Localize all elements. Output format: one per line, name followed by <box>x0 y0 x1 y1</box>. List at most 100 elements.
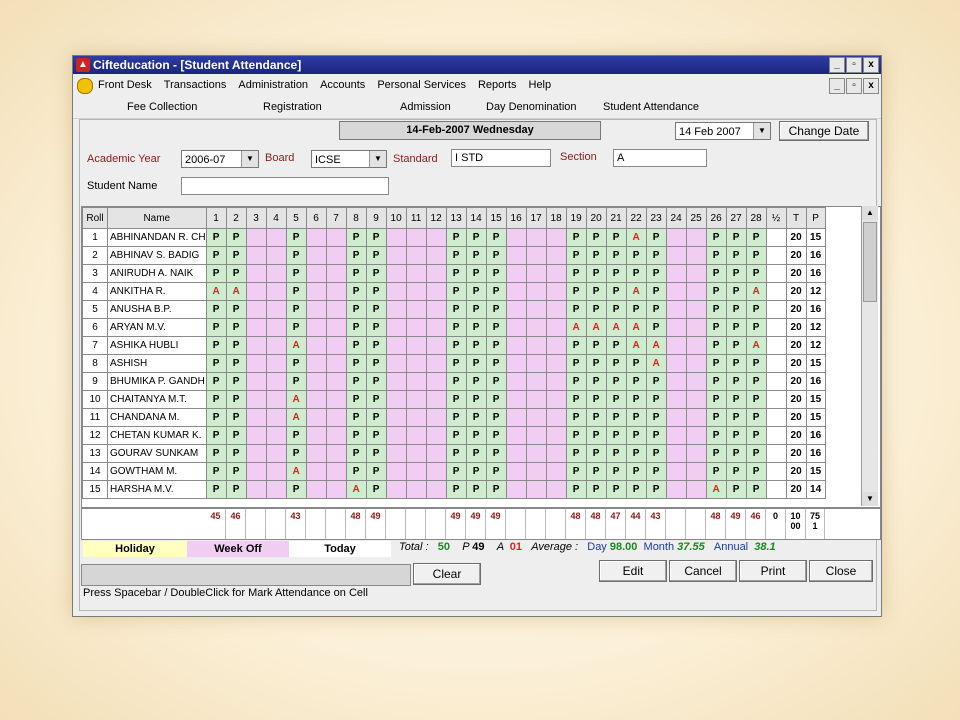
attendance-cell[interactable]: P <box>485 264 507 283</box>
attendance-cell[interactable] <box>305 336 327 355</box>
attendance-cell[interactable]: P <box>465 246 487 265</box>
attendance-cell[interactable]: P <box>345 372 367 391</box>
attendance-cell[interactable]: P <box>585 408 607 427</box>
attendance-cell[interactable]: P <box>205 246 227 265</box>
attendance-cell[interactable]: P <box>585 246 607 265</box>
attendance-cell[interactable]: P <box>445 408 467 427</box>
attendance-cell[interactable]: P <box>645 408 667 427</box>
attendance-cell[interactable]: P <box>725 480 747 499</box>
attendance-cell[interactable] <box>325 462 347 481</box>
menu-administration[interactable]: Administration <box>238 75 308 95</box>
attendance-cell[interactable] <box>685 228 707 247</box>
column-header[interactable]: 3 <box>245 207 267 229</box>
attendance-cell[interactable]: P <box>645 300 667 319</box>
column-header[interactable]: 9 <box>365 207 387 229</box>
attendance-cell[interactable] <box>505 228 527 247</box>
attendance-cell[interactable] <box>665 246 687 265</box>
attendance-cell[interactable]: P <box>745 246 767 265</box>
attendance-cell[interactable]: P <box>725 426 747 445</box>
attendance-cell[interactable]: P <box>365 246 387 265</box>
attendance-cell[interactable] <box>685 264 707 283</box>
attendance-cell[interactable]: P <box>605 372 627 391</box>
attendance-cell[interactable]: P <box>225 408 247 427</box>
attendance-cell[interactable]: A <box>285 390 307 409</box>
attendance-cell[interactable]: P <box>605 444 627 463</box>
attendance-cell[interactable] <box>405 426 427 445</box>
half-day-cell[interactable] <box>765 444 787 463</box>
attendance-cell[interactable]: P <box>225 462 247 481</box>
attendance-cell[interactable] <box>265 444 287 463</box>
attendance-cell[interactable] <box>405 228 427 247</box>
attendance-cell[interactable]: P <box>625 462 647 481</box>
attendance-cell[interactable]: P <box>465 426 487 445</box>
attendance-cell[interactable] <box>245 246 267 265</box>
toolbar-student-attendance[interactable]: Student Attendance <box>603 96 699 118</box>
attendance-cell[interactable]: P <box>485 246 507 265</box>
attendance-cell[interactable]: P <box>345 426 367 445</box>
attendance-cell[interactable]: P <box>365 282 387 301</box>
half-day-cell[interactable] <box>765 390 787 409</box>
attendance-cell[interactable] <box>425 282 447 301</box>
half-day-cell[interactable] <box>765 264 787 283</box>
attendance-cell[interactable]: P <box>705 354 727 373</box>
restore-button[interactable]: ▫ <box>846 57 862 73</box>
attendance-cell[interactable] <box>665 300 687 319</box>
minimize-button[interactable]: _ <box>829 57 845 73</box>
attendance-cell[interactable]: A <box>625 282 647 301</box>
toolbar-registration[interactable]: Registration <box>263 96 322 118</box>
attendance-cell[interactable] <box>545 264 567 283</box>
attendance-cell[interactable] <box>325 444 347 463</box>
attendance-cell[interactable] <box>265 354 287 373</box>
attendance-cell[interactable]: P <box>565 336 587 355</box>
attendance-cell[interactable] <box>305 300 327 319</box>
half-day-cell[interactable] <box>765 354 787 373</box>
attendance-cell[interactable] <box>385 246 407 265</box>
attendance-cell[interactable]: P <box>205 444 227 463</box>
column-header[interactable]: 23 <box>645 207 667 229</box>
attendance-cell[interactable] <box>265 390 287 409</box>
attendance-cell[interactable]: P <box>225 390 247 409</box>
attendance-cell[interactable] <box>265 228 287 247</box>
attendance-cell[interactable]: P <box>205 462 227 481</box>
attendance-cell[interactable]: P <box>645 390 667 409</box>
attendance-cell[interactable]: P <box>345 318 367 337</box>
attendance-cell[interactable]: P <box>345 444 367 463</box>
attendance-cell[interactable] <box>545 462 567 481</box>
attendance-cell[interactable]: P <box>645 372 667 391</box>
attendance-cell[interactable] <box>525 426 547 445</box>
attendance-cell[interactable] <box>385 408 407 427</box>
attendance-cell[interactable] <box>545 372 567 391</box>
menu-help[interactable]: Help <box>529 75 552 95</box>
attendance-cell[interactable]: P <box>565 264 587 283</box>
attendance-cell[interactable]: P <box>625 372 647 391</box>
attendance-cell[interactable] <box>425 426 447 445</box>
attendance-cell[interactable]: P <box>585 390 607 409</box>
attendance-cell[interactable]: P <box>285 426 307 445</box>
attendance-cell[interactable]: P <box>445 282 467 301</box>
attendance-cell[interactable] <box>545 444 567 463</box>
column-header[interactable]: 7 <box>325 207 347 229</box>
cancel-button[interactable]: Cancel <box>669 560 737 582</box>
attendance-cell[interactable]: P <box>365 390 387 409</box>
column-header[interactable]: 26 <box>705 207 727 229</box>
attendance-cell[interactable]: P <box>705 228 727 247</box>
attendance-cell[interactable]: P <box>705 408 727 427</box>
attendance-cell[interactable]: P <box>205 264 227 283</box>
close-window-button[interactable]: x <box>863 57 879 73</box>
attendance-cell[interactable]: P <box>485 426 507 445</box>
attendance-cell[interactable]: P <box>645 444 667 463</box>
attendance-cell[interactable]: P <box>645 426 667 445</box>
attendance-cell[interactable]: P <box>585 264 607 283</box>
attendance-cell[interactable] <box>385 462 407 481</box>
attendance-cell[interactable]: P <box>705 336 727 355</box>
attendance-cell[interactable]: P <box>565 372 587 391</box>
attendance-cell[interactable]: A <box>345 480 367 499</box>
column-header[interactable]: P <box>805 207 826 229</box>
attendance-cell[interactable] <box>505 282 527 301</box>
attendance-cell[interactable]: P <box>205 318 227 337</box>
attendance-cell[interactable]: P <box>485 462 507 481</box>
attendance-cell[interactable] <box>685 336 707 355</box>
attendance-cell[interactable]: P <box>345 300 367 319</box>
attendance-cell[interactable] <box>325 426 347 445</box>
attendance-cell[interactable] <box>405 408 427 427</box>
